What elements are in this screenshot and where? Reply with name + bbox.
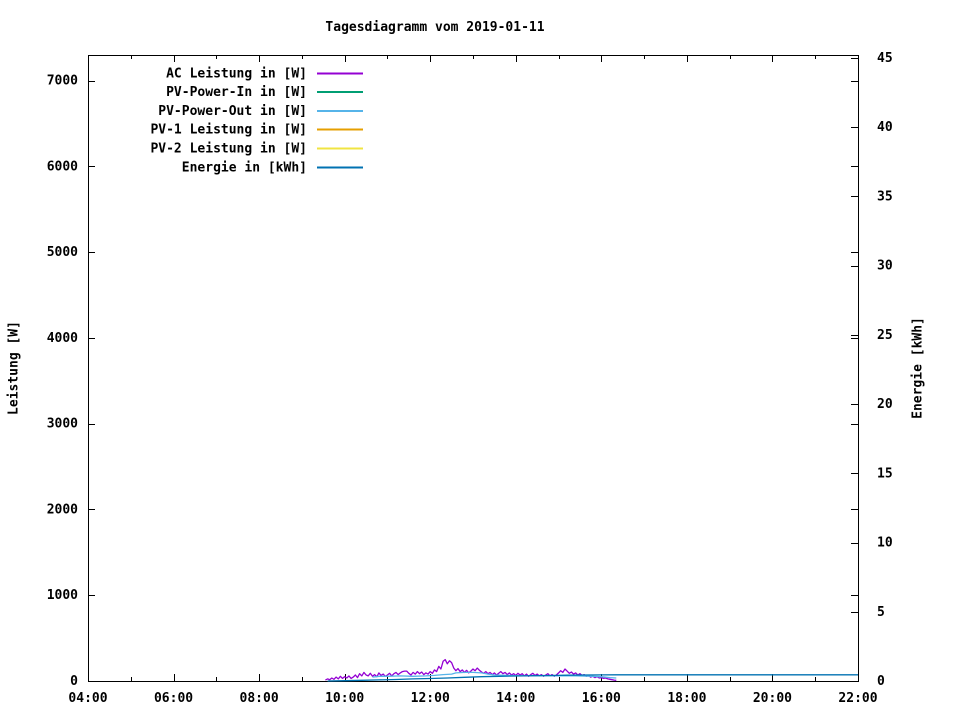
x-tick-label: 12:00 <box>411 691 450 706</box>
y2-tick-label: 10 <box>877 536 893 551</box>
y2-tick-label: 20 <box>877 397 893 412</box>
x-tick-label: 04:00 <box>68 691 107 706</box>
y-tick-label: 1000 <box>47 588 78 603</box>
tagesdiagramm-chart: 04:00 06:00 08:00 10:00 12:00 14:00 16:00 18:00… <box>47 51 893 706</box>
y2-tick-label: 25 <box>877 328 893 343</box>
x-tick-label: 10:00 <box>325 691 364 706</box>
y-tick-label: 0 <box>70 674 78 689</box>
y-tick-label: 2000 <box>47 502 78 517</box>
x-tick-label: 18:00 <box>667 691 706 706</box>
legend-label: PV-1 Leistung in [W] <box>150 123 307 138</box>
y-tick-label: 6000 <box>47 159 78 174</box>
x-tick-label: 14:00 <box>496 691 535 706</box>
x-tick-label: 08:00 <box>240 691 279 706</box>
y2-tick-label: 30 <box>877 259 893 274</box>
y-tick-label: 5000 <box>47 245 78 260</box>
x-tick-label: 22:00 <box>838 691 877 706</box>
legend-label: PV-Power-Out in [W] <box>158 104 307 119</box>
legend-label: PV-2 Leistung in [W] <box>150 142 307 157</box>
y2-tick-label: 15 <box>877 466 893 481</box>
gnuplot-canvas: { "chart_data": { "type": "line", "title… <box>0 0 960 720</box>
x-tick-label: 16:00 <box>582 691 621 706</box>
y-tick-label: 3000 <box>47 417 78 432</box>
y2-tick-label: 35 <box>877 189 893 204</box>
legend-label: AC Leistung in [W] <box>166 66 307 81</box>
x-tick-label: 20:00 <box>753 691 792 706</box>
y2-tick-label: 0 <box>877 674 885 689</box>
y2-tick-label: 40 <box>877 120 893 135</box>
y2-tick-label: 5 <box>877 605 885 620</box>
legend-label: PV-Power-In in [W] <box>166 85 307 100</box>
y-tick-label: 4000 <box>47 331 78 346</box>
y2-tick-label: 45 <box>877 51 893 66</box>
x-tick-label: 06:00 <box>154 691 193 706</box>
y-tick-label: 7000 <box>47 74 78 89</box>
legend-label: Energie in [kWh] <box>182 160 307 175</box>
